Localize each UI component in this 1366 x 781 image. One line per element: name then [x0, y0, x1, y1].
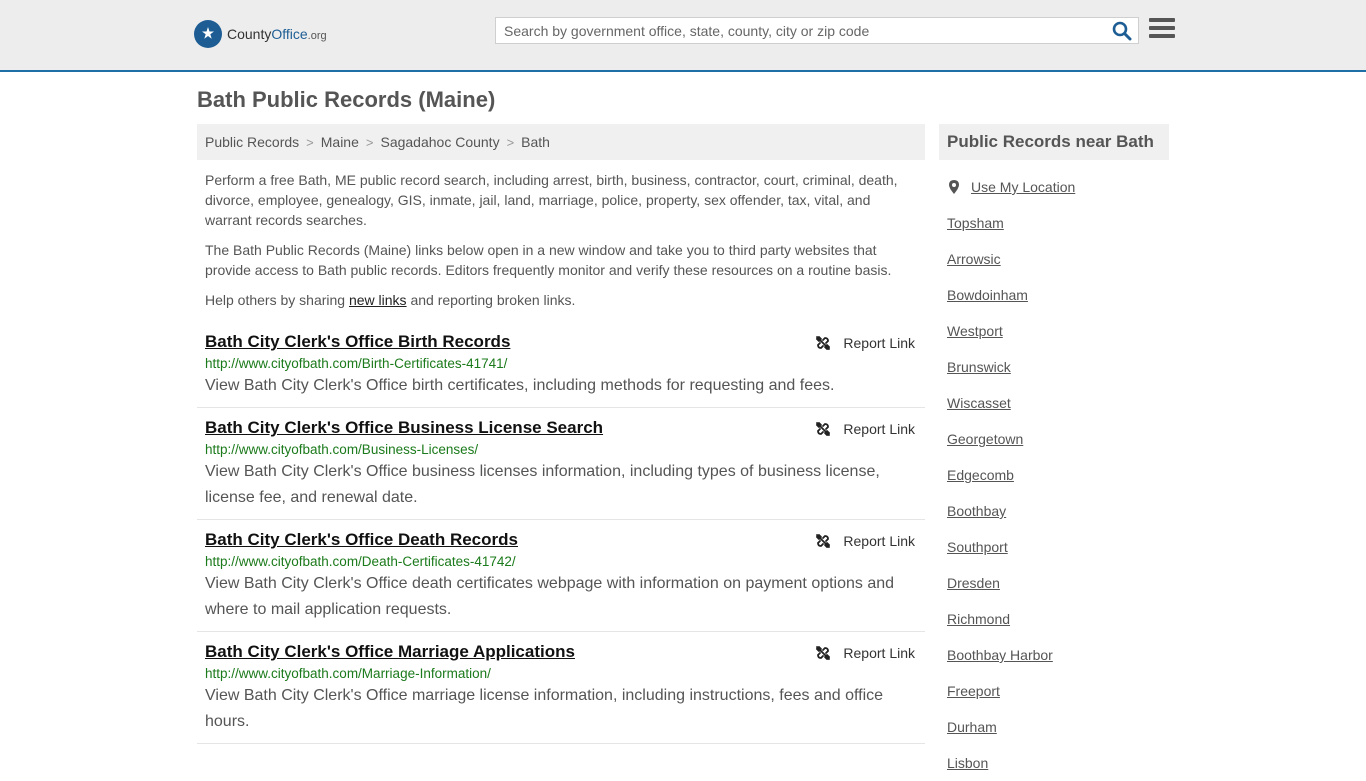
- sidebar-item-wiscasset: Wiscasset: [939, 385, 1169, 421]
- search-icon: [1112, 21, 1132, 41]
- new-links-link[interactable]: new links: [349, 292, 407, 308]
- record-url: http://www.cityofbath.com/Marriage-Infor…: [205, 666, 491, 681]
- record-item: Bath City Clerk's Office Death Records R…: [197, 520, 925, 632]
- record-url: http://www.cityofbath.com/Birth-Certific…: [205, 356, 508, 371]
- sidebar-item-freeport: Freeport: [939, 673, 1169, 709]
- sidebar: Public Records near Bath Use My Location…: [939, 124, 1169, 781]
- report-link-button[interactable]: Report Link: [815, 645, 915, 661]
- place-link[interactable]: Freeport: [947, 683, 1000, 699]
- sidebar-item-westport: Westport: [939, 313, 1169, 349]
- record-description: View Bath City Clerk's Office birth cert…: [205, 377, 835, 394]
- sidebar-item-richmond: Richmond: [939, 601, 1169, 637]
- place-link[interactable]: Wiscasset: [947, 395, 1011, 411]
- breadcrumb-maine[interactable]: Maine: [321, 134, 359, 150]
- use-my-location-link[interactable]: Use My Location: [971, 169, 1075, 205]
- sidebar-item-southport: Southport: [939, 529, 1169, 565]
- search-bar: [495, 17, 1139, 44]
- breadcrumb-separator: >: [306, 135, 314, 150]
- place-link[interactable]: Georgetown: [947, 431, 1023, 447]
- record-description: View Bath City Clerk's Office death cert…: [205, 575, 895, 618]
- broken-link-icon: [816, 646, 831, 660]
- record-description: View Bath City Clerk's Office marriage l…: [205, 687, 884, 730]
- record-title-link[interactable]: Bath City Clerk's Office Birth Records: [205, 332, 510, 352]
- place-link[interactable]: Brunswick: [947, 359, 1011, 375]
- broken-link-icon: [816, 534, 831, 548]
- place-link[interactable]: Durham: [947, 719, 997, 735]
- record-item: Bath City Clerk's Office Business Licens…: [197, 408, 925, 520]
- sidebar-item-lisbon: Lisbon: [939, 745, 1169, 781]
- main-content: Perform a free Bath, ME public record se…: [197, 170, 925, 744]
- place-link[interactable]: Boothbay: [947, 503, 1006, 519]
- breadcrumb-separator: >: [506, 135, 515, 150]
- place-link[interactable]: Richmond: [947, 611, 1010, 627]
- record-item: Bath City Clerk's Office Marriage Applic…: [197, 632, 925, 744]
- hamburger-menu-icon[interactable]: [1149, 18, 1175, 42]
- place-link[interactable]: Boothbay Harbor: [947, 647, 1053, 663]
- sidebar-item-edgecomb: Edgecomb: [939, 457, 1169, 493]
- help-text: Help others by sharing new links and rep…: [205, 292, 576, 308]
- use-my-location-item: Use My Location: [939, 169, 1169, 205]
- sidebar-item-durham: Durham: [939, 709, 1169, 745]
- site-header: CountyOffice.org: [0, 0, 1366, 72]
- search-input[interactable]: [496, 18, 1106, 43]
- report-link-button[interactable]: Report Link: [815, 533, 915, 549]
- place-link[interactable]: Dresden: [947, 575, 1000, 591]
- record-url: http://www.cityofbath.com/Death-Certific…: [205, 554, 516, 569]
- place-link[interactable]: Lisbon: [947, 755, 988, 771]
- place-link[interactable]: Westport: [947, 323, 1003, 339]
- sidebar-item-topsham: Topsham: [939, 205, 1169, 241]
- place-link[interactable]: Bowdoinham: [947, 287, 1028, 303]
- sidebar-item-boothbay: Boothbay: [939, 493, 1169, 529]
- record-title-link[interactable]: Bath City Clerk's Office Death Records: [205, 530, 518, 550]
- sidebar-item-arrowsic: Arrowsic: [939, 241, 1169, 277]
- record-description: View Bath City Clerk's Office business l…: [205, 463, 880, 506]
- sidebar-item-brunswick: Brunswick: [939, 349, 1169, 385]
- record-title-link[interactable]: Bath City Clerk's Office Business Licens…: [205, 418, 603, 438]
- breadcrumb-separator: >: [365, 135, 374, 150]
- breadcrumb-bath[interactable]: Bath: [521, 134, 550, 150]
- logo-text: CountyOffice.org: [227, 26, 327, 42]
- search-button[interactable]: [1112, 21, 1132, 41]
- place-link[interactable]: Arrowsic: [947, 251, 1001, 267]
- sidebar-item-georgetown: Georgetown: [939, 421, 1169, 457]
- place-link[interactable]: Southport: [947, 539, 1008, 555]
- place-link[interactable]: Edgecomb: [947, 467, 1014, 483]
- intro-paragraph: Perform a free Bath, ME public record se…: [205, 172, 898, 228]
- place-link[interactable]: Topsham: [947, 215, 1004, 231]
- broken-link-icon: [816, 422, 831, 436]
- breadcrumb: Public Records > Maine > Sagadahoc County > Ba…: [197, 124, 925, 160]
- nearby-places-list: Use My Location Topsham Arrowsic Bowdoin…: [939, 169, 1169, 781]
- record-title-link[interactable]: Bath City Clerk's Office Marriage Applic…: [205, 642, 575, 662]
- site-logo[interactable]: CountyOffice.org: [194, 20, 327, 48]
- record-url: http://www.cityofbath.com/Business-Licen…: [205, 442, 479, 457]
- sidebar-item-dresden: Dresden: [939, 565, 1169, 601]
- report-link-button[interactable]: Report Link: [815, 421, 915, 437]
- broken-link-icon: [816, 336, 831, 350]
- sidebar-item-boothbay-harbor: Boothbay Harbor: [939, 637, 1169, 673]
- page-title: Bath Public Records (Maine): [197, 87, 496, 112]
- intro-paragraph: The Bath Public Records (Maine) links be…: [205, 242, 892, 278]
- report-link-button[interactable]: Report Link: [815, 335, 915, 351]
- breadcrumb-sagadahoc-county[interactable]: Sagadahoc County: [380, 134, 499, 150]
- sidebar-title: Public Records near Bath: [939, 124, 1169, 160]
- map-pin-icon: [949, 180, 959, 194]
- logo-badge-icon: [194, 20, 222, 48]
- record-item: Bath City Clerk's Office Birth Records R…: [197, 322, 925, 408]
- sidebar-item-bowdoinham: Bowdoinham: [939, 277, 1169, 313]
- breadcrumb-public-records[interactable]: Public Records: [205, 134, 299, 150]
